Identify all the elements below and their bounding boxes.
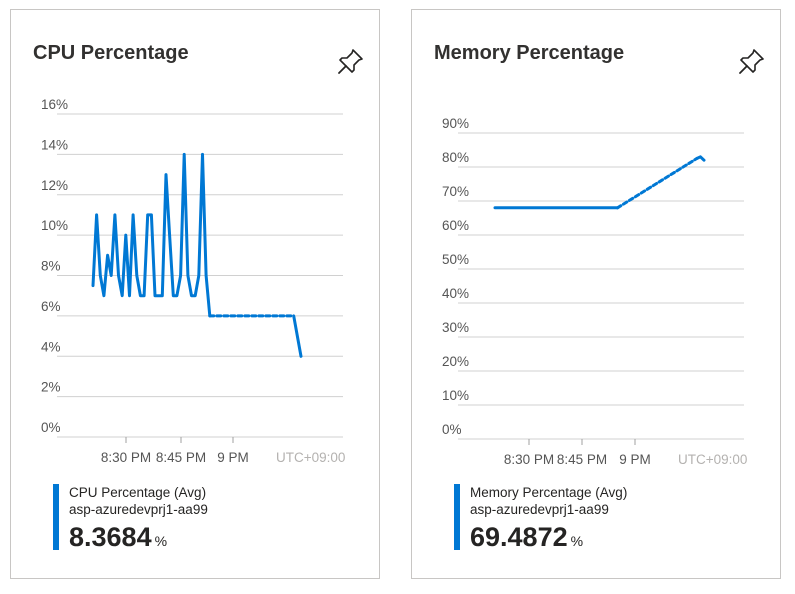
x-tick-label: 9 PM [217,450,249,465]
y-tick-label: 40% [442,286,469,301]
x-tick-label: 9 PM [619,452,651,467]
y-tick-label: 10% [442,388,469,403]
legend-value: 69.4872% [470,522,583,553]
x-tick-label: 8:45 PM [557,452,607,467]
legend-value-unit: % [570,533,584,549]
x-tick-label: 8:30 PM [101,450,151,465]
series-line [695,155,706,162]
series-line [292,314,303,358]
y-tick-label: 80% [442,150,469,165]
y-tick-label: 50% [442,252,469,267]
legend-color-bar [53,484,59,550]
timezone-label: UTC+09:00 [276,450,345,465]
y-tick-label: 6% [41,299,61,314]
legend-value-number: 8.3684 [69,522,152,552]
legend-value: 8.3684% [69,522,167,553]
y-tick-label: 20% [442,354,469,369]
y-tick-label: 0% [41,420,61,435]
legend-series-name: Memory Percentage (Avg) [470,485,628,500]
legend-value-unit: % [154,533,168,549]
y-tick-label: 16% [41,97,68,112]
memory-percentage-chart: 0% 10% 20% 30% 40% 50% 60% 70% 80% 90% 8:30 PM 8:45… [442,116,747,467]
memory-percentage-tile[interactable]: Memory Percentage 0% 10% 20% 30% 40% 50% 60% 70… [411,9,781,579]
x-tick-label: 8:45 PM [156,450,206,465]
timezone-label: UTC+09:00 [678,452,747,467]
y-tick-label: 90% [442,116,469,131]
cpu-percentage-chart: 0% 2% 4% 6% 8% 10% 12% 14% 16% 8:30 PM 8:45 PM 9 PM… [41,97,345,465]
y-tick-label: 14% [41,137,68,152]
y-tick-label: 30% [442,320,469,335]
chart-legend[interactable]: CPU Percentage (Avg) asp-azuredevprj1-aa… [53,482,353,553]
y-tick-label: 0% [442,422,462,437]
series-line-dotted [616,157,699,210]
legend-value-number: 69.4872 [470,522,568,552]
x-tick-label: 8:30 PM [504,452,554,467]
y-tick-label: 12% [41,178,68,193]
cpu-percentage-tile[interactable]: CPU Percentage 0% 2% 4% 6% 8% 10% 12% 14% 16% 8:3… [10,9,380,579]
y-tick-label: 10% [41,218,68,233]
y-tick-label: 4% [41,339,61,354]
y-tick-label: 8% [41,259,61,274]
y-tick-label: 60% [442,218,469,233]
chart-legend[interactable]: Memory Percentage (Avg) asp-azuredevprj1… [454,482,754,553]
legend-resource-name: asp-azuredevprj1-aa99 [69,502,208,517]
y-tick-label: 2% [41,380,61,395]
y-tick-label: 70% [442,184,469,199]
legend-color-bar [454,484,460,550]
legend-resource-name: asp-azuredevprj1-aa99 [470,502,609,517]
legend-series-name: CPU Percentage (Avg) [69,485,207,500]
